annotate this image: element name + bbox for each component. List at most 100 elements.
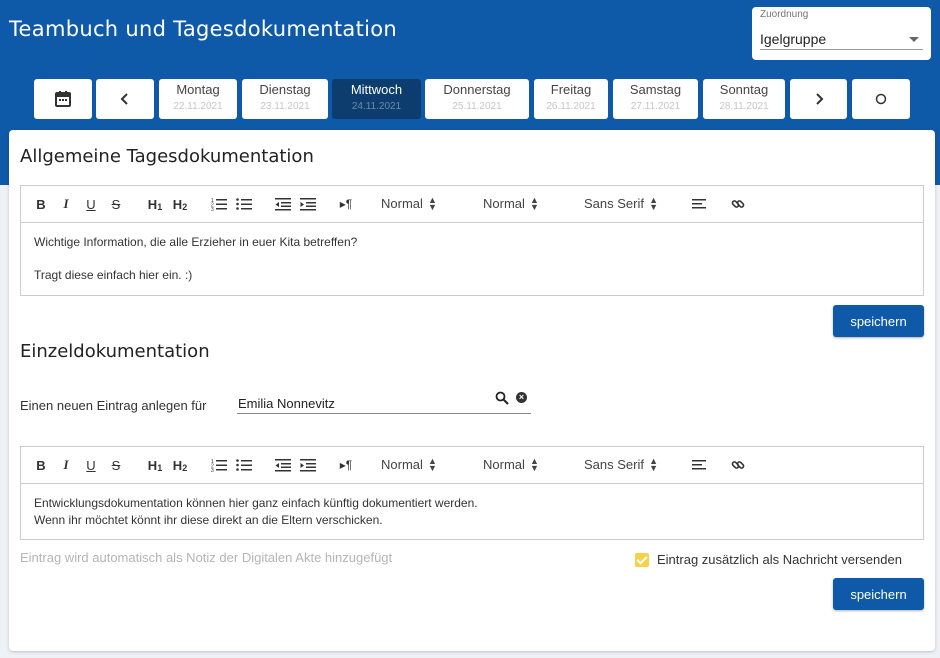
day-date: 24.11.2021 <box>351 101 402 112</box>
updown-icon: ▲ ▼ <box>529 195 539 212</box>
assignment-underline <box>760 49 923 50</box>
individual-editor[interactable]: B I U S H1 H2 123 ▸¶ Normal ▲ ▼ Normal ▲ ▼ S… <box>20 446 924 540</box>
previous-week-button[interactable] <box>96 79 154 119</box>
editor-toolbar: B I U S H1 H2 123 ▸¶ Normal ▲ ▼ Normal ▲ ▼ S… <box>21 186 923 223</box>
day-navigation: Montag 22.11.2021 Dienstag 23.11.2021 Mi… <box>0 79 940 119</box>
ordered-list-icon[interactable]: 123 <box>211 457 227 473</box>
day-date: 22.11.2021 <box>173 101 223 112</box>
auto-note-text: Eintrag wird automatisch als Notiz der D… <box>20 550 393 565</box>
outdent-icon[interactable] <box>275 457 291 473</box>
day-tab-sonntag[interactable]: Sonntag 28.11.2021 <box>703 79 785 119</box>
page-title: Teambuch und Tagesdokumentation <box>9 17 398 41</box>
child-search-input[interactable]: Emilia Nonnevitz × <box>237 384 531 414</box>
assignment-value: Igelgruppe <box>760 31 827 47</box>
header-size-value: Normal <box>381 457 423 472</box>
font-select[interactable]: Sans Serif ▲ ▼ <box>584 196 658 212</box>
day-name: Montag <box>176 82 220 97</box>
outdent-icon[interactable] <box>275 196 291 212</box>
chevron-right-icon <box>815 93 823 105</box>
heading2-icon[interactable]: H2 <box>171 457 189 473</box>
send-as-message-checkbox[interactable]: Eintrag zusätzlich als Nachricht versend… <box>635 552 902 567</box>
day-date: 23.11.2021 <box>260 101 310 112</box>
text-size-select[interactable]: Normal ▲ ▼ <box>483 457 539 473</box>
updown-icon: ▲ ▼ <box>427 456 437 473</box>
ordered-list-icon[interactable]: 123 <box>211 196 227 212</box>
text-line: Wichtige Information, die alle Erzieher … <box>34 235 358 249</box>
svg-text:3: 3 <box>211 468 214 472</box>
heading2-icon[interactable]: H2 <box>171 196 189 212</box>
editor-content[interactable]: Entwicklungsdokumentation können hier ga… <box>21 484 923 540</box>
text-size-value: Normal <box>483 196 525 211</box>
font-value: Sans Serif <box>584 196 644 211</box>
day-tab-donnerstag[interactable]: Donnerstag 25.11.2021 <box>425 79 529 119</box>
updown-icon: ▲ ▼ <box>427 195 437 212</box>
align-icon[interactable] <box>692 196 706 212</box>
bullet-list-icon[interactable] <box>236 196 252 212</box>
underline-icon[interactable]: U <box>84 196 98 212</box>
day-tab-mittwoch[interactable]: Mittwoch 24.11.2021 <box>332 79 421 119</box>
italic-icon[interactable]: I <box>59 457 73 473</box>
text-size-value: Normal <box>483 457 525 472</box>
header-size-select[interactable]: Normal ▲ ▼ <box>381 196 437 212</box>
child-search-value: Emilia Nonnevitz <box>238 396 335 411</box>
day-date: 26.11.2021 <box>546 101 596 112</box>
updown-icon: ▲ ▼ <box>529 456 539 473</box>
day-name: Samstag <box>629 82 682 97</box>
heading1-icon[interactable]: H1 <box>146 196 164 212</box>
content-card: Allgemeine Tagesdokumentation B I U S H1… <box>9 130 935 651</box>
indent-icon[interactable] <box>300 196 316 212</box>
text-direction-icon[interactable]: ▸¶ <box>338 196 354 212</box>
text-line: Wenn ihr möchtet könnt ihr diese direkt … <box>34 513 383 527</box>
italic-icon[interactable]: I <box>59 196 73 212</box>
day-tab-freitag[interactable]: Freitag 26.11.2021 <box>534 79 608 119</box>
day-tab-montag[interactable]: Montag 22.11.2021 <box>159 79 237 119</box>
link-icon[interactable] <box>731 457 745 473</box>
day-tab-samstag[interactable]: Samstag 27.11.2021 <box>613 79 698 119</box>
search-icon[interactable] <box>495 391 509 410</box>
header-size-select[interactable]: Normal ▲ ▼ <box>381 457 437 473</box>
underline-icon[interactable]: U <box>84 457 98 473</box>
heading1-icon[interactable]: H1 <box>146 457 164 473</box>
bold-icon[interactable]: B <box>34 457 48 473</box>
bullet-list-icon[interactable] <box>236 457 252 473</box>
next-week-button[interactable] <box>790 79 847 119</box>
clear-icon[interactable]: × <box>516 392 527 403</box>
text-line: Tragt diese einfach hier ein. :) <box>34 268 193 282</box>
checkbox-checked-icon[interactable] <box>635 552 649 567</box>
strikethrough-icon[interactable]: S <box>109 196 123 212</box>
bold-icon[interactable]: B <box>34 196 48 212</box>
day-name: Mittwoch <box>350 82 403 97</box>
day-date: 28.11.2021 <box>719 101 769 112</box>
assignment-select[interactable]: Zuordnung Igelgruppe <box>752 7 931 60</box>
checkbox-label: Eintrag zusätzlich als Nachricht versend… <box>657 552 902 567</box>
font-select[interactable]: Sans Serif ▲ ▼ <box>584 457 658 473</box>
calendar-button[interactable] <box>34 79 92 119</box>
general-editor[interactable]: B I U S H1 H2 123 ▸¶ Normal ▲ ▼ Normal ▲ ▼ S… <box>20 185 924 296</box>
day-name: Freitag <box>550 82 592 97</box>
header-size-value: Normal <box>381 196 423 211</box>
text-direction-icon[interactable]: ▸¶ <box>338 457 354 473</box>
save-individual-button[interactable]: speichern <box>833 578 924 610</box>
day-name: Sonntag <box>719 82 769 97</box>
align-icon[interactable] <box>692 457 706 473</box>
chevron-left-icon <box>120 93 128 105</box>
general-heading: Allgemeine Tagesdokumentation <box>20 146 314 167</box>
caret-down-icon <box>909 37 919 42</box>
circle-icon <box>875 93 887 105</box>
day-date: 25.11.2021 <box>452 101 502 112</box>
day-name: Donnerstag <box>443 82 511 97</box>
link-icon[interactable] <box>731 196 745 212</box>
save-general-button[interactable]: speichern <box>833 305 924 337</box>
calendar-icon <box>55 91 71 107</box>
text-size-select[interactable]: Normal ▲ ▼ <box>483 196 539 212</box>
day-name: Dienstag <box>259 82 311 97</box>
day-date: 27.11.2021 <box>630 101 681 112</box>
strikethrough-icon[interactable]: S <box>109 457 123 473</box>
today-button[interactable] <box>852 79 910 119</box>
text-line: Entwicklungsdokumentation können hier ga… <box>34 496 478 510</box>
individual-heading: Einzeldokumentation <box>20 341 210 362</box>
indent-icon[interactable] <box>300 457 316 473</box>
editor-content[interactable]: Wichtige Information, die alle Erzieher … <box>21 223 923 295</box>
day-tab-dienstag[interactable]: Dienstag 23.11.2021 <box>242 79 328 119</box>
assignment-label: Zuordnung <box>760 9 809 20</box>
